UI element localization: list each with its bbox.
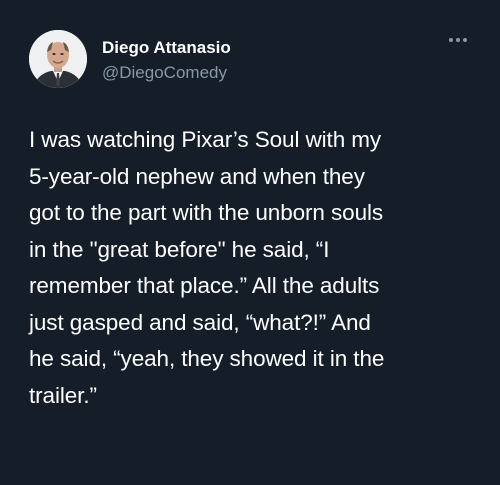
author-avatar[interactable] — [29, 30, 87, 88]
tweet-text-line: in the "great before" he said, “I — [29, 236, 330, 262]
tweet-text-line: remember that place.” All the adults — [29, 273, 380, 298]
profile-photo-icon — [29, 30, 87, 88]
tweet-text: I was watching Pixar’s Soul with my 5-ye… — [29, 122, 479, 414]
tweet-text-line: he said, “yeah, they showed it in the — [29, 346, 385, 371]
tweet-card: Diego Attanasio @DiegoComedy I was watch… — [0, 0, 500, 485]
tweet-text-line: 5-year-old nephew and when they — [29, 163, 365, 189]
tweet-text-line: I was watching Pixar’s Soul with my — [29, 127, 382, 152]
tweet-text-line: just gasped and said, “what?!” And — [29, 309, 371, 335]
more-dots-icon[interactable] — [446, 30, 470, 50]
author-display-name[interactable]: Diego Attanasio — [102, 38, 231, 58]
tweet-text-line: trailer.” — [29, 382, 97, 408]
author-handle[interactable]: @DiegoComedy — [102, 63, 227, 83]
tweet-text-line: got to the part with the unborn souls — [29, 200, 384, 225]
